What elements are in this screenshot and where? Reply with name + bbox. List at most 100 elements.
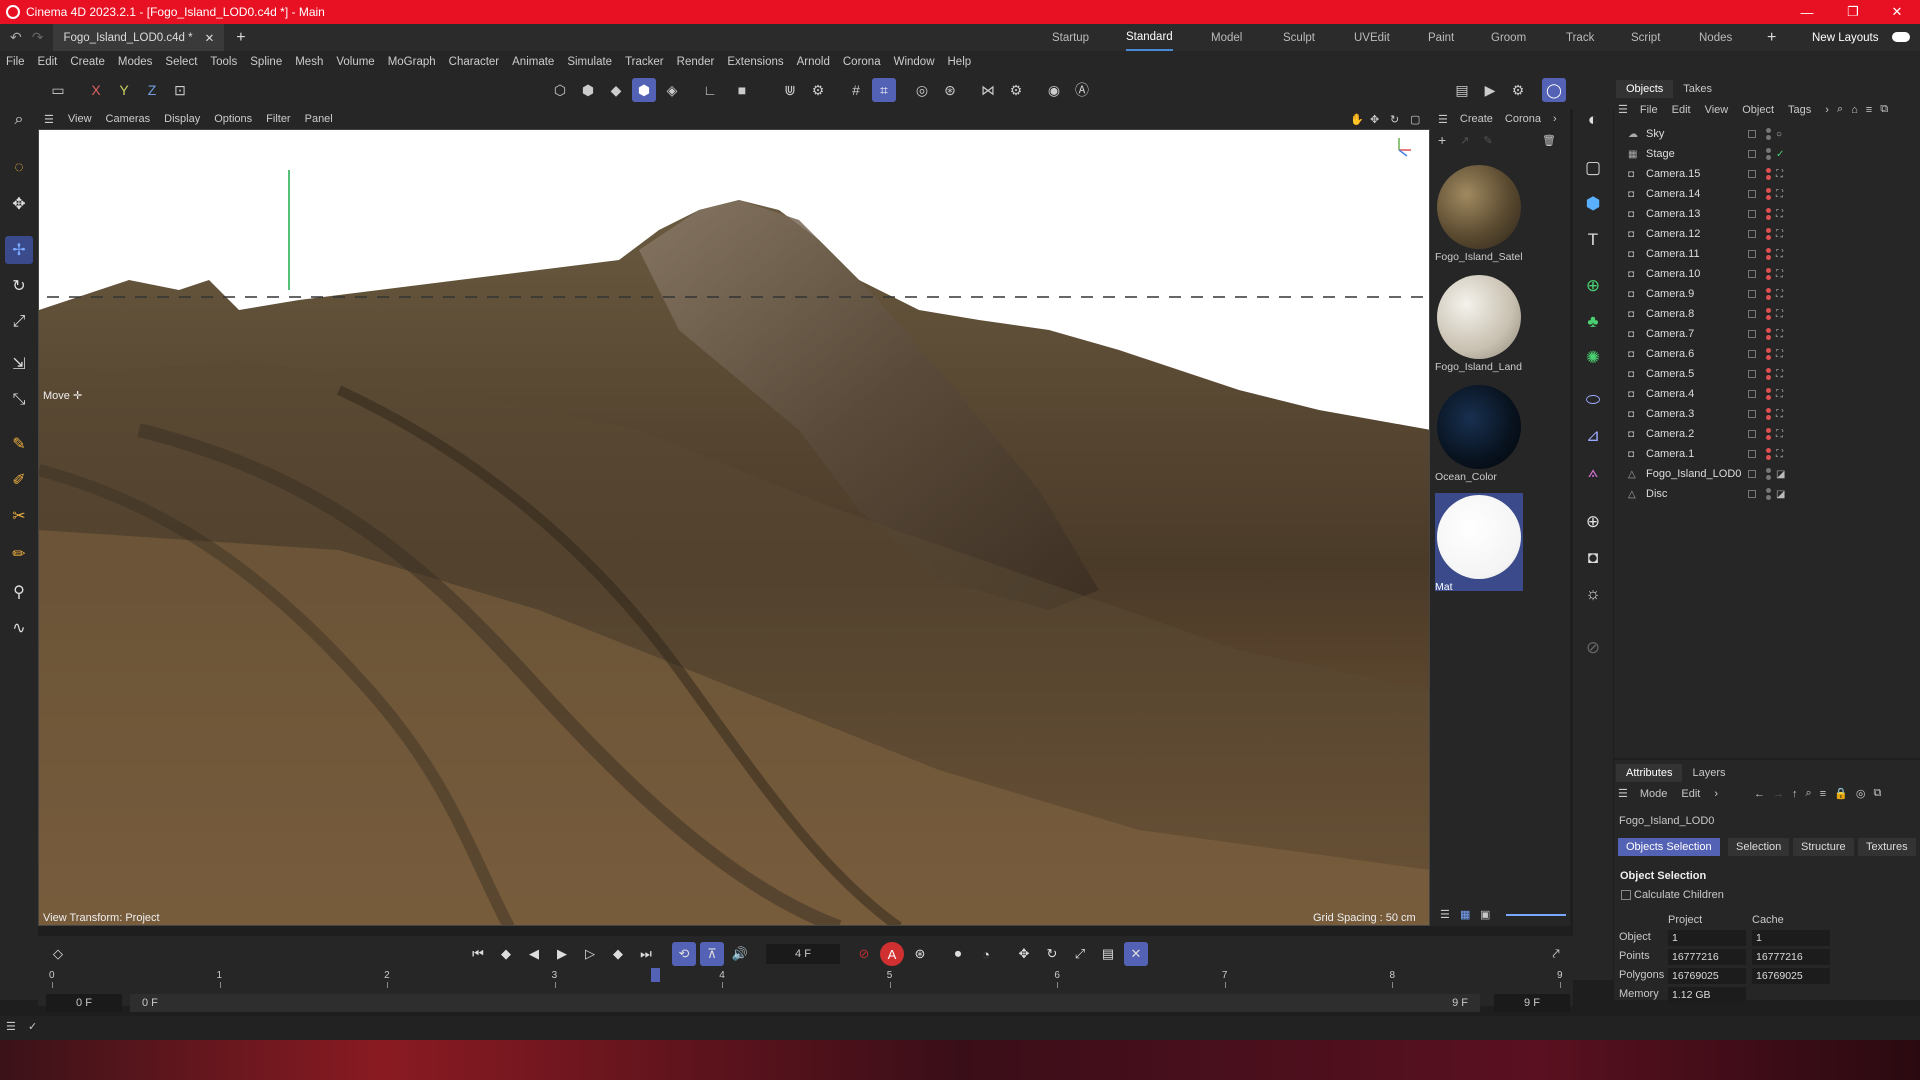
up-arrow-icon[interactable]: ↑ bbox=[1792, 788, 1798, 800]
position-key-icon[interactable]: ✥ bbox=[1012, 942, 1036, 966]
render-visibility-dot[interactable] bbox=[1766, 195, 1771, 200]
object-row[interactable]: ◘ Camera.9 ⛶ bbox=[1614, 284, 1920, 304]
sound-icon[interactable]: 🔊 bbox=[728, 942, 752, 966]
editor-visibility-dot[interactable] bbox=[1766, 248, 1771, 253]
back-arrow-icon[interactable]: ← bbox=[1754, 788, 1765, 800]
spline-create-icon[interactable]: ⟑ bbox=[1579, 458, 1607, 486]
new-window-icon[interactable]: ⧉ bbox=[1873, 787, 1881, 800]
menu-arnold[interactable]: Arnold bbox=[797, 56, 830, 68]
check-tag-icon[interactable]: ✓ bbox=[1776, 149, 1784, 160]
obj-menu-file[interactable]: File bbox=[1640, 104, 1658, 116]
tab-takes[interactable]: Takes bbox=[1673, 80, 1722, 98]
end-frame-field[interactable]: 9 F bbox=[1494, 994, 1570, 1012]
camera-create-icon[interactable]: ◐ bbox=[1579, 106, 1607, 134]
menu-modes[interactable]: Modes bbox=[118, 56, 153, 68]
object-row[interactable]: ◘ Camera.7 ⛶ bbox=[1614, 324, 1920, 344]
render-picture-viewer-icon[interactable]: ▶ bbox=[1478, 78, 1502, 102]
selection-button[interactable]: Selection bbox=[1728, 838, 1790, 856]
list-view-icon[interactable]: ☰ bbox=[1440, 908, 1450, 921]
visibility-toggle[interactable] bbox=[1748, 210, 1756, 218]
render-region-icon[interactable]: ◎ bbox=[910, 78, 934, 102]
undo-icon[interactable]: ↶ bbox=[10, 29, 22, 46]
material-tag-icon[interactable]: ◪ bbox=[1776, 469, 1785, 480]
next-key-icon[interactable]: ◆ bbox=[606, 942, 630, 966]
render-visibility-dot[interactable] bbox=[1766, 375, 1771, 380]
render-visibility-dot[interactable] bbox=[1766, 415, 1771, 420]
object-row[interactable]: ☁ Sky ○ bbox=[1614, 124, 1920, 144]
close-button[interactable]: ✕ bbox=[1874, 0, 1920, 24]
field-icon[interactable]: ⊿ bbox=[1579, 422, 1607, 450]
object-row[interactable]: ◘ Camera.4 ⛶ bbox=[1614, 384, 1920, 404]
camera-tag-icon[interactable]: ⛶ bbox=[1776, 269, 1783, 280]
selection-tool-icon[interactable]: ◌ bbox=[5, 154, 33, 182]
uv-mode-icon[interactable]: ◈ bbox=[660, 78, 684, 102]
object-row[interactable]: △ Fogo_Island_LOD0 ◪ bbox=[1614, 464, 1920, 484]
menu-character[interactable]: Character bbox=[449, 56, 500, 68]
render-visibility-dot[interactable] bbox=[1766, 275, 1771, 280]
new-layouts-label[interactable]: New Layouts bbox=[1812, 24, 1878, 51]
menu-corona[interactable]: Corona bbox=[843, 56, 881, 68]
spline-pen-icon[interactable]: ✎ bbox=[5, 430, 33, 458]
vp-menu-options[interactable]: Options bbox=[214, 113, 252, 125]
tab-objects[interactable]: Objects bbox=[1616, 80, 1674, 98]
obj-menu-tags[interactable]: Tags bbox=[1788, 104, 1811, 116]
object-row[interactable]: ◘ Camera.5 ⛶ bbox=[1614, 364, 1920, 384]
material-hamburger-icon[interactable]: ☰ bbox=[1438, 113, 1448, 126]
render-visibility-dot[interactable] bbox=[1766, 135, 1771, 140]
object-row[interactable]: ◘ Camera.15 ⛶ bbox=[1614, 164, 1920, 184]
render-visibility-dot[interactable] bbox=[1766, 235, 1771, 240]
keyframe-selection-icon[interactable]: ⏺ bbox=[946, 942, 970, 966]
camera-tag-icon[interactable]: ⛶ bbox=[1776, 309, 1783, 320]
vp-menu-cameras[interactable]: Cameras bbox=[106, 113, 151, 125]
object-row[interactable]: ◘ Camera.10 ⛶ bbox=[1614, 264, 1920, 284]
search-icon[interactable]: ⌕ bbox=[5, 106, 33, 134]
settings-icon[interactable]: ⚙ bbox=[1004, 78, 1028, 102]
menu-extensions[interactable]: Extensions bbox=[727, 56, 783, 68]
pla-key-icon[interactable]: ✕ bbox=[1124, 942, 1148, 966]
add-material-icon[interactable]: + bbox=[1438, 132, 1446, 148]
visibility-toggle[interactable] bbox=[1748, 350, 1756, 358]
object-row[interactable]: ▦ Stage ✓ bbox=[1614, 144, 1920, 164]
object-row[interactable]: ◘ Camera.11 ⛶ bbox=[1614, 244, 1920, 264]
large-view-icon[interactable]: ▣ bbox=[1480, 908, 1490, 921]
go-to-end-icon[interactable]: ⏭ bbox=[634, 942, 658, 966]
visibility-toggle[interactable] bbox=[1748, 270, 1756, 278]
rotate-tool-icon[interactable]: ↻ bbox=[5, 272, 33, 300]
editor-visibility-dot[interactable] bbox=[1766, 148, 1771, 153]
status-menu-icon[interactable]: ☰ bbox=[6, 1020, 16, 1033]
object-row[interactable]: △ Disc ◪ bbox=[1614, 484, 1920, 504]
home-icon[interactable]: ⌂ bbox=[1851, 104, 1858, 116]
playhead[interactable] bbox=[651, 968, 661, 982]
object-row[interactable]: ◘ Camera.3 ⛶ bbox=[1614, 404, 1920, 424]
maximize-button[interactable]: ❐ bbox=[1830, 0, 1876, 24]
object-hamburger-icon[interactable]: ☰ bbox=[1618, 103, 1628, 116]
vp-menu-filter[interactable]: Filter bbox=[266, 113, 290, 125]
menu-tracker[interactable]: Tracker bbox=[625, 56, 664, 68]
orbit-icon[interactable]: ↻ bbox=[1390, 113, 1399, 126]
edit-render-settings-icon[interactable]: ⚙ bbox=[1506, 78, 1530, 102]
axis-x-button[interactable]: X bbox=[84, 78, 108, 102]
render-visibility-dot[interactable] bbox=[1766, 435, 1771, 440]
scale-points-icon[interactable]: ⤡ bbox=[5, 386, 33, 414]
editor-visibility-dot[interactable] bbox=[1766, 408, 1771, 413]
lock-icon[interactable]: 🔒 bbox=[1834, 787, 1848, 800]
menu-help[interactable]: Help bbox=[948, 56, 972, 68]
grid-view-icon[interactable]: ▦ bbox=[1460, 908, 1470, 921]
search-icon[interactable]: ⌕ bbox=[1806, 787, 1812, 800]
redo-icon[interactable]: ↷ bbox=[32, 29, 44, 46]
render-visibility-dot[interactable] bbox=[1766, 155, 1771, 160]
target-icon[interactable]: ◎ bbox=[1856, 787, 1866, 800]
environment-icon[interactable]: ⊕ bbox=[1579, 508, 1607, 536]
menu-simulate[interactable]: Simulate bbox=[567, 56, 612, 68]
layout-paint[interactable]: Paint bbox=[1428, 24, 1454, 51]
editor-visibility-dot[interactable] bbox=[1766, 208, 1771, 213]
grid-snap-icon[interactable]: # bbox=[844, 78, 868, 102]
layout-script[interactable]: Script bbox=[1631, 24, 1660, 51]
workplane-icon[interactable]: ∟ bbox=[698, 78, 722, 102]
add-layout-icon[interactable]: + bbox=[1767, 24, 1776, 51]
motion-icon[interactable]: ◔ bbox=[974, 942, 998, 966]
object-row[interactable]: ◘ Camera.1 ⛶ bbox=[1614, 444, 1920, 464]
layout-nodes[interactable]: Nodes bbox=[1699, 24, 1732, 51]
axis-z-button[interactable]: Z bbox=[140, 78, 164, 102]
key-settings-icon[interactable]: ⊛ bbox=[908, 942, 932, 966]
